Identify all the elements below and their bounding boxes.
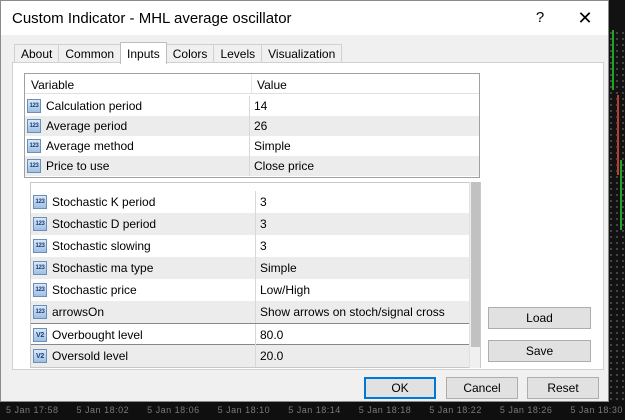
integer-value-icon: 123	[27, 139, 41, 153]
tab-levels[interactable]: Levels	[213, 44, 263, 64]
variable-name: Oversold level	[52, 349, 129, 363]
cell-divider	[255, 213, 256, 235]
integer-value-icon: 123	[33, 195, 47, 209]
cell-divider	[255, 345, 256, 367]
variable-value[interactable]: Low/High	[260, 283, 310, 297]
axis-tick-label: 5 Jan 17:58	[6, 405, 59, 415]
axis-tick-label: 5 Jan 18:02	[76, 405, 130, 415]
variable-value[interactable]: Close price	[254, 159, 314, 173]
variable-value[interactable]: 14	[254, 99, 267, 113]
tab-visualization[interactable]: Visualization	[261, 44, 343, 64]
window-title: Custom Indicator - MHL average oscillato…	[12, 10, 292, 27]
axis-tick-label: 5 Jan 18:22	[429, 405, 482, 415]
save-button[interactable]: Save	[488, 340, 591, 362]
cell-divider	[255, 279, 256, 301]
integer-value-icon: 123	[33, 305, 47, 319]
axis-tick-label: 5 Jan 18:30	[570, 405, 623, 415]
variable-name: Price to use	[46, 159, 110, 173]
variable-name: Calculation period	[46, 99, 143, 113]
table-row[interactable]: 123 Average period 26	[25, 116, 479, 136]
variable-name: arrowsOn	[52, 305, 105, 319]
column-header-variable[interactable]: Variable	[31, 78, 74, 92]
axis-tick-label: 5 Jan 18:06	[147, 405, 200, 415]
table-row[interactable]: 123 Stochastic ma type Simple	[31, 257, 480, 279]
variable-name: Overbought level	[52, 328, 143, 342]
variable-value[interactable]: 3	[260, 217, 267, 231]
reset-button[interactable]: Reset	[527, 377, 599, 399]
axis-tick-label: 5 Jan 18:10	[217, 405, 271, 415]
variable-value[interactable]: 80.0	[260, 328, 283, 342]
variable-value[interactable]: Show arrows on stoch/signal cross	[260, 305, 445, 319]
cell-divider	[255, 257, 256, 279]
table-row[interactable]: 123 Price to use Close price	[25, 156, 479, 176]
cell-divider	[249, 96, 250, 116]
double-value-icon: V2	[33, 328, 47, 342]
table-row[interactable]: 123 arrowsOn Show arrows on stoch/signal c…	[31, 301, 480, 323]
table-row[interactable]: 123 Calculation period 14	[25, 96, 479, 116]
integer-value-icon: 123	[27, 159, 41, 173]
column-divider[interactable]	[251, 74, 252, 94]
inputs-grid-primary: Variable Value 123 Calculation period 14 12…	[24, 73, 480, 178]
variable-value[interactable]: 3	[260, 195, 267, 209]
variable-name: Stochastic slowing	[52, 239, 151, 253]
cell-divider	[249, 136, 250, 156]
table-row[interactable]: 123 Average method Simple	[25, 136, 479, 156]
ok-button[interactable]: OK	[364, 377, 436, 399]
tab-strip: About Common Inputs Colors Levels Visual…	[14, 42, 343, 64]
integer-value-icon: 123	[33, 217, 47, 231]
cell-divider	[255, 235, 256, 257]
scrollbar-thumb[interactable]	[471, 182, 480, 347]
grid-header: Variable Value	[25, 74, 479, 94]
variable-value[interactable]: 3	[260, 239, 267, 253]
close-button[interactable]: ✕	[571, 7, 599, 29]
variable-value[interactable]: 20.0	[260, 349, 283, 363]
axis-tick-label: 5 Jan 18:18	[358, 405, 412, 415]
grid-vertical-scrollbar[interactable]	[469, 182, 480, 368]
table-row[interactable]: 123 Stochastic price Low/High	[31, 279, 480, 301]
integer-value-icon: 123	[33, 283, 47, 297]
axis-tick-label: 5 Jan 18:26	[499, 405, 553, 415]
tab-about[interactable]: About	[14, 44, 60, 64]
chart-grid-dots	[608, 30, 625, 400]
integer-value-icon: 123	[33, 261, 47, 275]
chart-time-axis: 5 Jan 17:58 5 Jan 18:02 5 Jan 18:06 5 Jan 1…	[0, 401, 625, 420]
tab-inputs[interactable]: Inputs	[120, 42, 167, 64]
table-row[interactable]: V2 Oversold level 20.0	[31, 345, 480, 367]
column-header-value[interactable]: Value	[257, 78, 287, 92]
double-value-icon: V2	[33, 349, 47, 363]
variable-name: Average period	[46, 119, 128, 133]
table-row[interactable]: 123 Stochastic slowing 3	[31, 235, 480, 257]
variable-name: Stochastic price	[52, 283, 137, 297]
tab-common[interactable]: Common	[58, 44, 122, 64]
table-row[interactable]: V2 Overbought level 80.0	[31, 323, 480, 346]
variable-value[interactable]: 26	[254, 119, 267, 133]
variable-value[interactable]: Simple	[254, 139, 291, 153]
cell-divider	[255, 191, 256, 213]
cell-divider	[249, 116, 250, 136]
integer-value-icon: 123	[33, 239, 47, 253]
cancel-button[interactable]: Cancel	[446, 377, 518, 399]
cell-divider	[255, 301, 256, 323]
title-bar: Custom Indicator - MHL average oscillato…	[1, 1, 608, 35]
variable-name: Average method	[46, 139, 134, 153]
inputs-grid-secondary: 123 Stochastic K period 3 123 Stochastic D p…	[30, 182, 481, 368]
integer-value-icon: 123	[27, 119, 41, 133]
variable-name: Stochastic K period	[52, 195, 156, 209]
table-row[interactable]: 123 Stochastic K period 3	[31, 191, 480, 213]
cell-divider	[255, 324, 256, 346]
table-row[interactable]: 123 Stochastic D period 3	[31, 213, 480, 235]
variable-name: Stochastic ma type	[52, 261, 154, 275]
cell-divider	[249, 156, 250, 176]
help-button[interactable]: ?	[528, 7, 552, 29]
variable-value[interactable]: Simple	[260, 261, 297, 275]
variable-name: Stochastic D period	[52, 217, 157, 231]
integer-value-icon: 123	[27, 99, 41, 113]
axis-tick-label: 5 Jan 18:14	[288, 405, 341, 415]
load-button[interactable]: Load	[488, 307, 591, 329]
tab-colors[interactable]: Colors	[165, 44, 215, 64]
